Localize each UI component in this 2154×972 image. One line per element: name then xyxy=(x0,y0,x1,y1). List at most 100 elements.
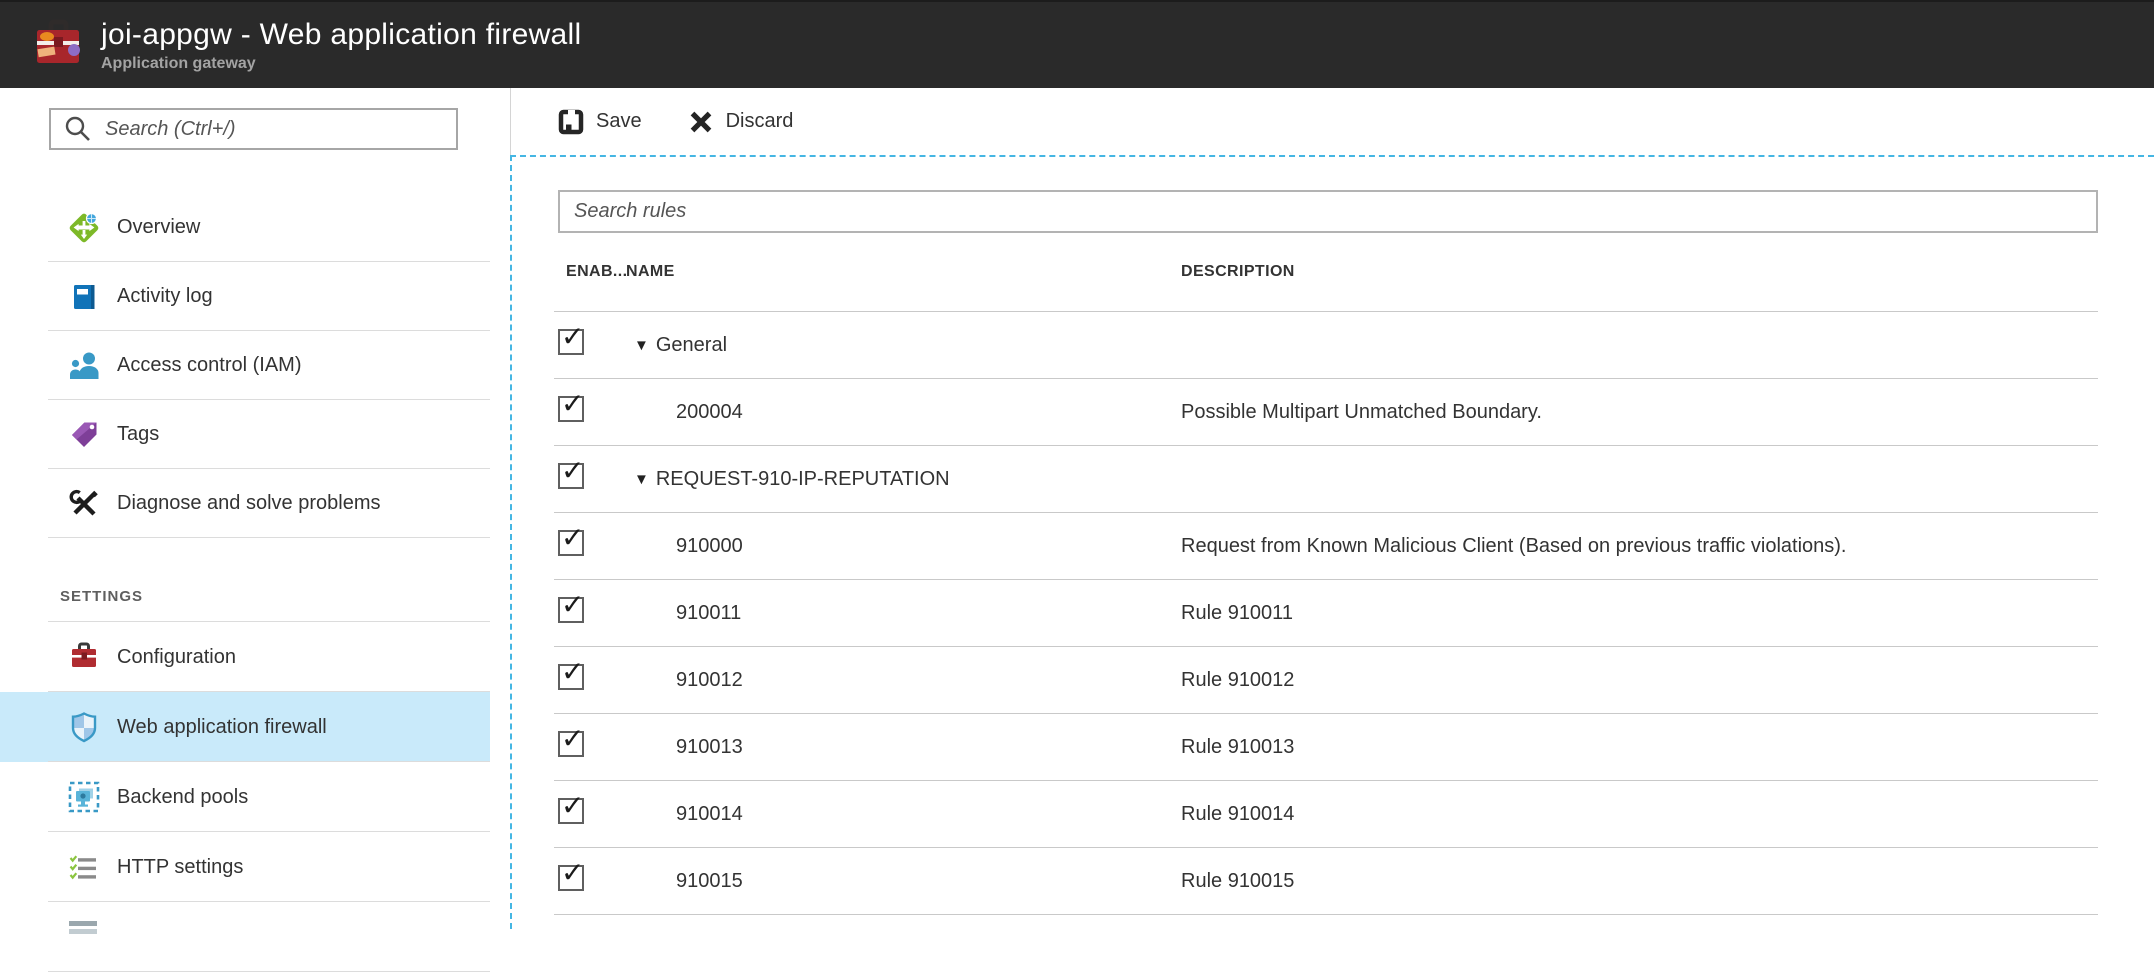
sidebar-item-overview[interactable]: Overview xyxy=(0,193,490,262)
sidebar-item-activity-log[interactable]: Activity log xyxy=(0,262,490,331)
rule-row: ✓ 910014 Rule 910014 xyxy=(554,781,2098,848)
sidebar-item-label: Activity log xyxy=(117,285,213,308)
rule-group-name: REQUEST-910-IP-REPUTATION xyxy=(656,468,950,491)
rule-enabled-checkbox[interactable]: ✓ xyxy=(558,463,584,489)
enabled-cell: ✓ xyxy=(554,329,626,361)
enabled-cell: ✓ xyxy=(554,798,626,830)
backend-pools-icon xyxy=(67,780,101,814)
sidebar-item-diagnose-and-solve-problems[interactable]: Diagnose and solve problems xyxy=(0,469,490,538)
name-cell: ▼ REQUEST-910-IP-REPUTATION xyxy=(626,468,1181,491)
diagnose-icon xyxy=(67,487,101,521)
rule-enabled-checkbox[interactable]: ✓ xyxy=(558,664,584,690)
checkmark-icon: ✓ xyxy=(561,859,584,887)
blade-header: joi-appgw - Web application firewall App… xyxy=(0,0,2154,88)
rules-search-input[interactable] xyxy=(558,190,2098,233)
discard-button[interactable]: Discard xyxy=(688,109,794,135)
enabled-cell: ✓ xyxy=(554,597,626,629)
rule-enabled-checkbox[interactable]: ✓ xyxy=(558,329,584,355)
enabled-cell: ✓ xyxy=(554,463,626,495)
application-gateway-icon xyxy=(30,17,86,73)
sidebar-item-label: Tags xyxy=(117,423,159,446)
rule-name: 910015 xyxy=(676,870,743,893)
overview-icon xyxy=(67,211,101,245)
rule-enabled-checkbox[interactable]: ✓ xyxy=(558,597,584,623)
name-cell: ▼ General xyxy=(626,334,1181,357)
rule-group-name: General xyxy=(656,334,727,357)
sidebar: Overview Activity log Access control (IA… xyxy=(0,88,511,929)
content-pane: Save Discard ENAB... NAME DESCRIPTION xyxy=(511,88,2154,929)
rule-enabled-checkbox[interactable]: ✓ xyxy=(558,798,584,824)
save-button-label: Save xyxy=(596,110,642,133)
http-settings-icon xyxy=(67,850,101,884)
discard-button-label: Discard xyxy=(726,110,794,133)
rule-description: Rule 910013 xyxy=(1181,736,2098,759)
sidebar-item-label: Diagnose and solve problems xyxy=(117,492,381,515)
rules-pane: ENAB... NAME DESCRIPTION ✓ ▼ General ✓ 2… xyxy=(510,155,2154,929)
rule-name: 910013 xyxy=(676,736,743,759)
column-header-description: DESCRIPTION xyxy=(1181,263,2098,281)
command-bar: Save Discard xyxy=(511,88,2154,155)
rule-row: ✓ 910015 Rule 910015 xyxy=(554,848,2098,915)
save-button[interactable]: Save xyxy=(558,109,642,135)
rule-description: Possible Multipart Unmatched Boundary. xyxy=(1181,401,2098,424)
enabled-cell: ✓ xyxy=(554,396,626,428)
checkmark-icon: ✓ xyxy=(561,524,584,552)
collapse-caret-icon[interactable]: ▼ xyxy=(634,337,649,354)
sidebar-item-configuration[interactable]: Configuration xyxy=(0,622,490,692)
sidebar-item-label: Configuration xyxy=(117,646,236,669)
configuration-icon xyxy=(67,640,101,674)
rule-row: ✓ 910000Request from Known Malicious Cli… xyxy=(554,513,2098,580)
rules-table: ENAB... NAME DESCRIPTION ✓ ▼ General ✓ 2… xyxy=(554,233,2098,915)
rules-table-body: ✓ ▼ General ✓ 200004Possible Multipart U… xyxy=(554,312,2098,915)
sidebar-item-label: Backend pools xyxy=(117,786,248,809)
sidebar-item-web-application-firewall[interactable]: Web application firewall xyxy=(0,692,490,762)
partial-icon xyxy=(67,920,101,954)
sidebar-item-label: Web application firewall xyxy=(117,716,327,739)
sidebar-item-backend-pools[interactable]: Backend pools xyxy=(0,762,490,832)
name-cell: 910000 xyxy=(626,535,1181,558)
rule-description: Rule 910014 xyxy=(1181,803,2098,826)
rule-name: 910011 xyxy=(676,602,741,625)
name-cell: 910014 xyxy=(626,803,1181,826)
rule-description: Request from Known Malicious Client (Bas… xyxy=(1181,535,2098,558)
sidebar-item-http-settings[interactable]: HTTP settings xyxy=(0,832,490,902)
checkmark-icon: ✓ xyxy=(561,658,584,686)
sidebar-item-access-control-iam[interactable]: Access control (IAM) xyxy=(0,331,490,400)
rule-row: ✓ 200004Possible Multipart Unmatched Bou… xyxy=(554,379,2098,446)
rule-enabled-checkbox[interactable]: ✓ xyxy=(558,530,584,556)
sidebar-item-tags[interactable]: Tags xyxy=(0,400,490,469)
enabled-cell: ✓ xyxy=(554,664,626,696)
sidebar-item-partial[interactable] xyxy=(0,902,490,972)
checkmark-icon: ✓ xyxy=(561,390,584,418)
rule-enabled-checkbox[interactable]: ✓ xyxy=(558,731,584,757)
save-icon xyxy=(558,109,584,135)
waf-shield-icon xyxy=(67,710,101,744)
rule-enabled-checkbox[interactable]: ✓ xyxy=(558,396,584,422)
rule-row: ✓ 910012Rule 910012 xyxy=(554,647,2098,714)
rule-enabled-checkbox[interactable]: ✓ xyxy=(558,865,584,891)
name-cell: 910011 xyxy=(626,602,1181,625)
access-control-icon xyxy=(67,349,101,383)
rule-name: 910014 xyxy=(676,803,743,826)
rule-group-row: ✓ ▼ REQUEST-910-IP-REPUTATION xyxy=(554,446,2098,513)
rule-row: ✓ 910013 Rule 910013 xyxy=(554,714,2098,781)
rule-description: Rule 910012 xyxy=(1181,669,2098,692)
checkmark-icon: ✓ xyxy=(561,591,584,619)
rule-description: Rule 910015 xyxy=(1181,870,2098,893)
rules-table-header: ENAB... NAME DESCRIPTION xyxy=(554,233,2098,312)
enabled-cell: ✓ xyxy=(554,530,626,562)
column-header-name: NAME xyxy=(626,263,1181,281)
name-cell: 910012 xyxy=(626,669,1181,692)
sidebar-search-input[interactable] xyxy=(103,117,456,142)
collapse-caret-icon[interactable]: ▼ xyxy=(634,471,649,488)
name-cell: 200004 xyxy=(626,401,1181,424)
sidebar-item-label: Access control (IAM) xyxy=(117,354,301,377)
settings-section-header: SETTINGS xyxy=(0,538,490,622)
enabled-cell: ✓ xyxy=(554,731,626,763)
search-icon xyxy=(63,114,93,144)
page-subtitle: Application gateway xyxy=(101,55,581,73)
rule-description: Rule 910011 xyxy=(1181,602,2098,625)
rule-group-row: ✓ ▼ General xyxy=(554,312,2098,379)
sidebar-search-box[interactable] xyxy=(49,108,458,150)
checkmark-icon: ✓ xyxy=(561,725,584,753)
